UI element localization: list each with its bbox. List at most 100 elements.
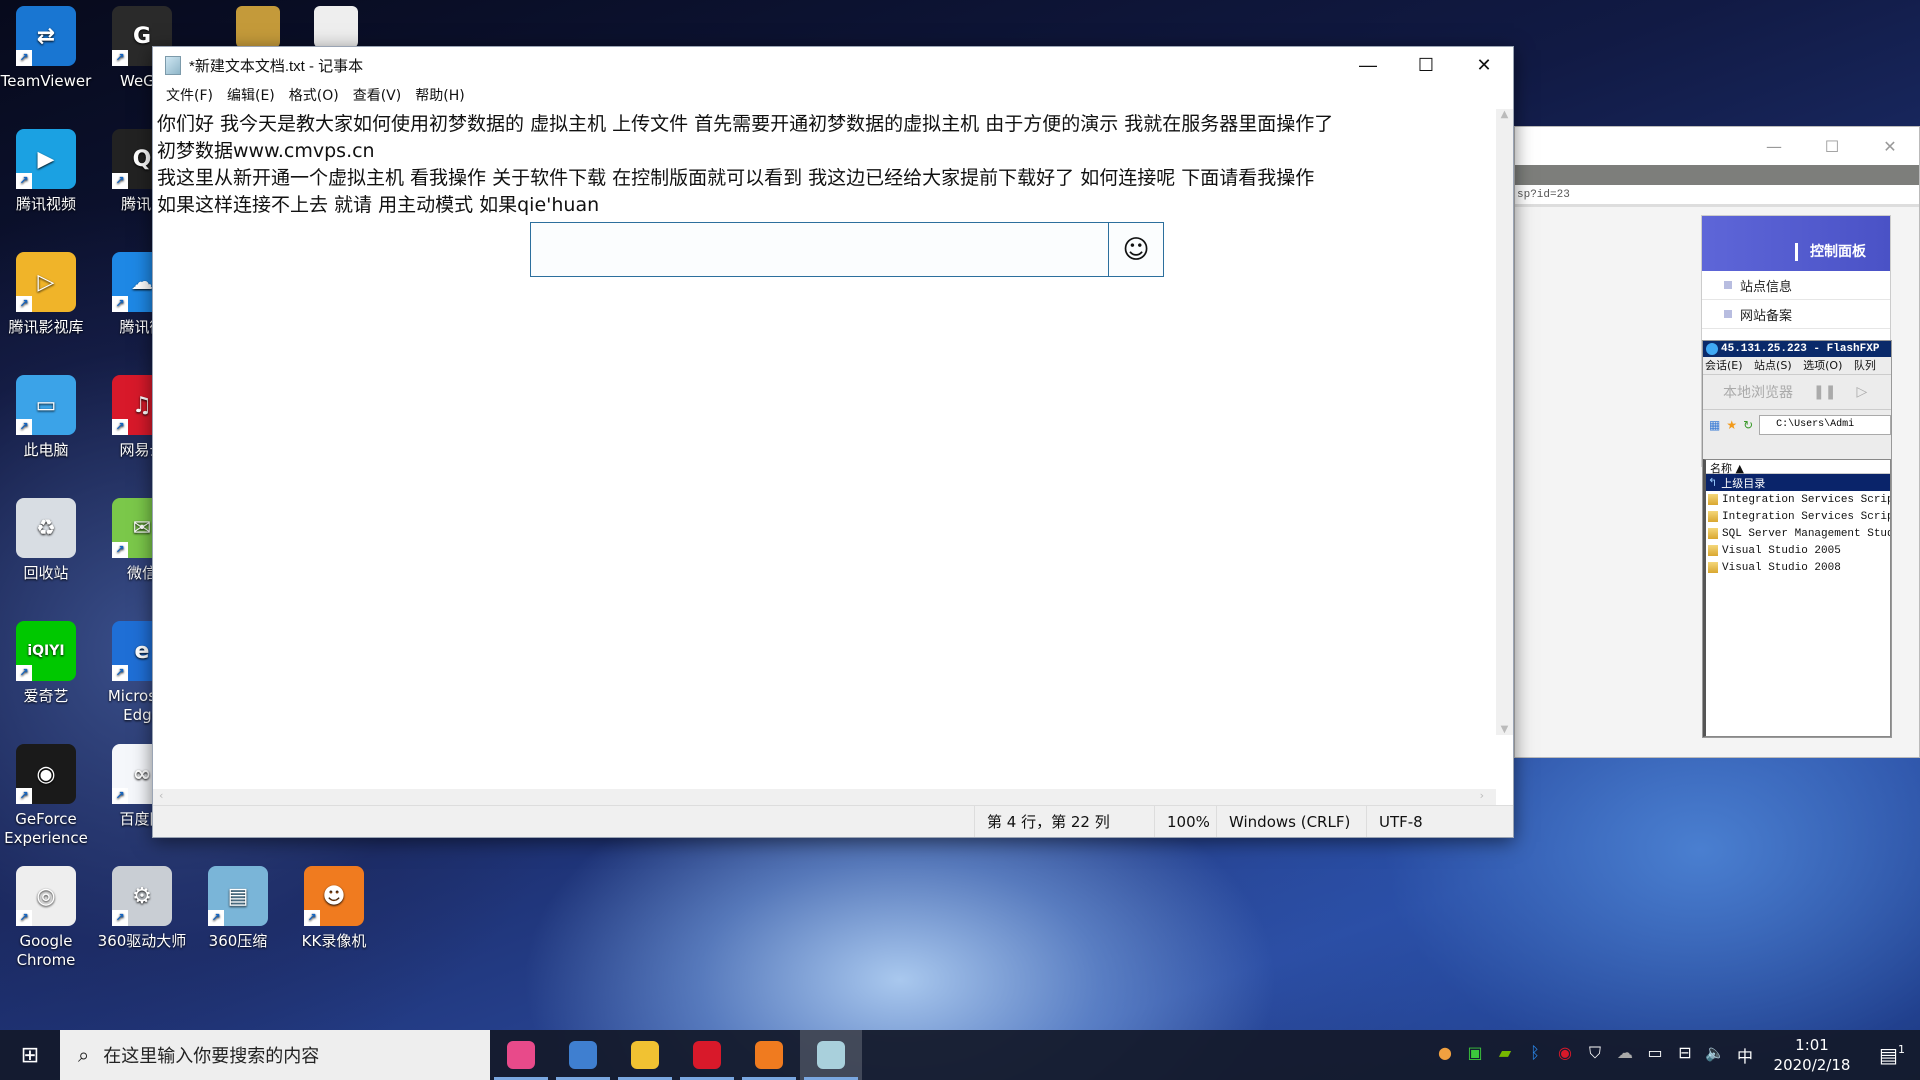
maximize-button[interactable]: ☐	[1397, 47, 1455, 83]
file-row[interactable]: Visual Studio 2005	[1706, 542, 1890, 559]
notepad-window[interactable]: *新建文本文档.txt - 记事本 — ☐ ✕ 文件(F) 编辑(E) 格式(O…	[152, 46, 1514, 838]
shortcut-arrow-icon: ↗	[112, 50, 128, 66]
local-browser-label: 本地浏览器	[1723, 385, 1793, 401]
desktop-icon-teamviewer[interactable]: ⇄ ↗ TeamViewer	[0, 6, 92, 91]
file-explorer-icon	[631, 1041, 659, 1069]
network-icon[interactable]: ⊟	[1670, 1043, 1700, 1067]
menu-edit[interactable]: 编辑(E)	[220, 85, 282, 105]
ime-input-box[interactable]: ☺	[530, 222, 1164, 277]
menu-queue[interactable]: 队列	[1854, 359, 1876, 372]
taskbar-app-kk-recorder[interactable]	[738, 1030, 800, 1080]
play-icon[interactable]: ▷	[1856, 384, 1867, 400]
file-row[interactable]: Integration Services Script	[1706, 508, 1890, 525]
desktop-icon-chrome[interactable]: ◎ ↗ Google Chrome	[0, 866, 92, 970]
clock[interactable]: 1:01 2020/2/18	[1760, 1035, 1864, 1075]
column-header-name[interactable]: 名称 ▲	[1706, 460, 1890, 475]
shortcut-arrow-icon: ↗	[16, 173, 32, 189]
scroll-up-icon[interactable]: ▲	[1496, 109, 1513, 120]
close-button[interactable]: ✕	[1861, 137, 1919, 156]
menu-format[interactable]: 格式(O)	[282, 85, 346, 105]
file-row[interactable]: Integration Services Script	[1706, 491, 1890, 508]
bluetooth-icon[interactable]: ᛒ	[1520, 1043, 1550, 1067]
address-bar[interactable]: sp?id=23	[1515, 185, 1919, 207]
minimize-button[interactable]: —	[1339, 47, 1397, 83]
close-button[interactable]: ✕	[1455, 47, 1513, 83]
iqiyi-tray-icon[interactable]: ▣	[1460, 1043, 1490, 1067]
taskbar-app-remote-desktop[interactable]	[552, 1030, 614, 1080]
desktop-icon-geforce[interactable]: ◉ ↗ GeForce Experience	[0, 744, 92, 848]
360-browser-icon	[507, 1041, 535, 1069]
onedrive-icon[interactable]: ☁	[1610, 1043, 1640, 1067]
flashfxp-window[interactable]: 45.131.25.223 - FlashFXP 会话(E) 站点(S) 选项(…	[1702, 340, 1892, 738]
text-file-icon[interactable]	[314, 6, 358, 48]
volume-icon[interactable]: 🔈	[1700, 1043, 1730, 1067]
desktop-icon-label: 360驱动大师	[97, 932, 187, 950]
nav-site-info[interactable]: 站点信息	[1702, 271, 1890, 300]
menu-session[interactable]: 会话(E)	[1705, 359, 1743, 372]
minimize-button[interactable]: —	[1745, 137, 1803, 156]
league-icon[interactable]	[236, 6, 280, 48]
menu-file[interactable]: 文件(F)	[159, 85, 220, 105]
menu-bar: 文件(F) 编辑(E) 格式(O) 查看(V) 帮助(H)	[153, 83, 1513, 107]
scroll-right-icon[interactable]: ›	[1480, 789, 1484, 802]
file-name: Visual Studio 2008	[1722, 561, 1841, 574]
time: 1:01	[1795, 1036, 1829, 1054]
action-center-button[interactable]: ▤ 1	[1864, 1043, 1920, 1067]
window-title: *新建文本文档.txt - 记事本	[189, 57, 364, 75]
desktop-icon-kk-recorder[interactable]: ☻ ↗ KK录像机	[288, 866, 380, 951]
windows-logo-icon: ⊞	[20, 1042, 40, 1068]
menu-sites[interactable]: 站点(S)	[1754, 359, 1792, 372]
menu-options[interactable]: 选项(O)	[1803, 359, 1842, 372]
text-editor[interactable]: 你们好 我今天是教大家如何使用初梦数据的 虚拟主机 上传文件 首先需要开通初梦数…	[153, 109, 1496, 735]
pause-icon[interactable]: ❚❚	[1813, 384, 1836, 400]
desktop-icon-this-pc[interactable]: ▭ ↗ 此电脑	[0, 375, 92, 460]
drives-icon[interactable]: ▦	[1709, 418, 1720, 432]
security-warning-icon[interactable]: ⛉	[1580, 1043, 1610, 1067]
battery-icon[interactable]: ▭	[1640, 1043, 1670, 1067]
desktop-icon-recycle-bin[interactable]: ♻ 回收站	[0, 498, 92, 583]
file-row[interactable]: Visual Studio 2008	[1706, 559, 1890, 576]
desktop-icon-360-driver[interactable]: ⚙ ↗ 360驱动大师	[96, 866, 188, 951]
kk-recorder-tray-icon[interactable]: ●	[1430, 1043, 1460, 1067]
taskbar-search[interactable]: ⌕ 在这里输入你要搜索的内容	[60, 1030, 490, 1080]
shortcut-arrow-icon: ↗	[112, 419, 128, 435]
vertical-scrollbar[interactable]: ▲ ▼	[1496, 109, 1513, 735]
menu-view[interactable]: 查看(V)	[346, 85, 409, 105]
emoji-button[interactable]: ☺	[1108, 223, 1163, 276]
parent-directory-row[interactable]: ↰ 上级目录	[1706, 474, 1890, 491]
notepad-icon	[817, 1041, 845, 1069]
taskbar-app-360-browser[interactable]	[490, 1030, 552, 1080]
start-button[interactable]: ⊞	[0, 1030, 60, 1080]
menu-help[interactable]: 帮助(H)	[408, 85, 471, 105]
taskbar-app-notepad[interactable]	[800, 1030, 862, 1080]
scroll-left-icon[interactable]: ‹	[153, 789, 163, 802]
netease-tray-icon[interactable]: ◉	[1550, 1043, 1580, 1067]
bullet-icon	[1724, 310, 1732, 318]
smiley-icon: ☺	[1122, 234, 1150, 265]
horizontal-scrollbar[interactable]: ‹ ›	[153, 789, 1496, 806]
desktop-icon-iqiyi[interactable]: iQIYI ↗ 爱奇艺	[0, 621, 92, 706]
ime-text-input[interactable]	[531, 223, 1108, 276]
folder-icon	[1708, 545, 1718, 556]
shortcut-arrow-icon: ↗	[16, 419, 32, 435]
desktop-icon-360-zip[interactable]: ▤ ↗ 360压缩	[192, 866, 284, 951]
taskbar-app-netease-music[interactable]	[676, 1030, 738, 1080]
nav-site-filing[interactable]: 网站备案	[1702, 300, 1890, 329]
control-panel-title: 控制面板	[1810, 244, 1866, 260]
bullet-icon	[1724, 281, 1732, 289]
path-input[interactable]: C:\Users\Admi	[1759, 415, 1891, 435]
desktop-icon-tencent-video[interactable]: ▶ ↗ 腾讯视频	[0, 129, 92, 214]
kk-recorder-icon: ☻ ↗	[304, 866, 364, 926]
desktop-icon-tencent-film-library[interactable]: ▷ ↗ 腾讯影视库	[0, 252, 92, 337]
recycle-bin-icon: ♻	[16, 498, 76, 558]
maximize-button[interactable]: ☐	[1803, 137, 1861, 156]
scroll-down-icon[interactable]: ▼	[1496, 724, 1513, 735]
taskbar-app-file-explorer[interactable]	[614, 1030, 676, 1080]
file-row[interactable]: SQL Server Management Studio	[1706, 525, 1890, 542]
ime-indicator[interactable]: 中	[1730, 1043, 1760, 1067]
nvidia-tray-icon[interactable]: ▰	[1490, 1043, 1520, 1067]
favorites-icon[interactable]: ★	[1726, 418, 1737, 432]
file-list[interactable]: 名称 ▲ ↰ 上级目录 Integration Services Script Int…	[1703, 459, 1891, 737]
shortcut-arrow-icon: ↗	[16, 296, 32, 312]
refresh-icon[interactable]: ↻	[1743, 418, 1753, 432]
